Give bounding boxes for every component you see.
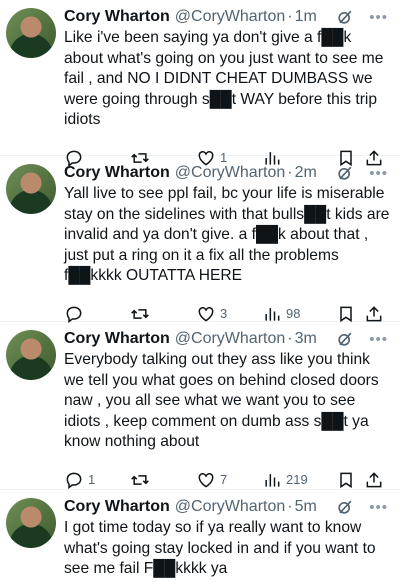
more-icon[interactable]: ••• [369,165,388,182]
author-name[interactable]: Cory Wharton [64,8,170,26]
heart-icon [198,306,214,322]
share-button[interactable] [364,470,384,490]
bookmark-icon [340,306,352,323]
more-icon[interactable]: ••• [369,9,388,26]
share-icon [366,472,382,488]
like-button[interactable]: 7 [196,470,262,490]
tweet[interactable]: Cory Wharton @CoryWharton · 1m ••• Like … [0,0,400,167]
tweet[interactable]: Cory Wharton @CoryWharton · 2m ••• Yall … [0,156,400,324]
retweet-icon [131,309,149,319]
bookmark-button[interactable] [336,470,364,490]
tweet-header: Cory Wharton @CoryWharton · 2m ••• [64,162,392,184]
author-handle[interactable]: @CoryWharton [175,330,286,348]
reply-icon [66,306,82,323]
views-button[interactable]: 219 [262,470,336,490]
like-button[interactable]: 3 [196,304,262,324]
avatar[interactable] [6,330,56,380]
author-handle[interactable]: @CoryWharton [175,164,286,182]
retweet-button[interactable] [130,304,196,324]
tweet-header: Cory Wharton @CoryWharton · 1m ••• [64,6,392,28]
timestamp[interactable]: 1m [295,8,317,26]
like-count: 7 [220,472,228,488]
tweet[interactable]: Cory Wharton @CoryWharton · 5m ••• I got… [0,490,400,582]
heart-icon [198,472,214,488]
share-button[interactable] [364,304,384,324]
tweet-text: Yall live to see ppl fail, bc your life … [64,185,394,285]
grok-icon[interactable] [335,7,355,27]
reply-button[interactable] [64,304,130,324]
tweet-content: Cory Wharton @CoryWharton · 3m ••• Every… [64,328,392,489]
author-handle[interactable]: @CoryWharton [175,498,286,516]
grok-icon[interactable] [335,163,355,183]
avatar[interactable] [6,8,56,58]
bookmark-icon [340,472,352,489]
author-handle[interactable]: @CoryWharton [175,8,286,26]
view-count: 98 [286,306,301,322]
timestamp[interactable]: 2m [295,164,317,182]
author-name[interactable]: Cory Wharton [64,330,170,348]
avatar[interactable] [6,164,56,214]
tweet-content: Cory Wharton @CoryWharton · 2m ••• Yall … [64,162,394,324]
tweet-header: Cory Wharton @CoryWharton · 3m ••• [64,328,392,350]
tweet-text: Like i've been saying ya don't give a f█… [64,29,388,129]
action-bar: 1 7 219 [64,469,392,491]
tweet-content: Cory Wharton @CoryWharton · 1m ••• Like … [64,6,392,167]
retweet-button[interactable] [130,470,196,490]
separator: · [287,498,293,515]
view-count: 219 [286,472,308,488]
tweet-content: Cory Wharton @CoryWharton · 5m ••• I got… [64,496,392,582]
author-name[interactable]: Cory Wharton [64,164,170,182]
share-icon [366,306,382,322]
views-icon [265,308,280,321]
reply-button[interactable]: 1 [64,470,130,490]
separator: · [287,330,293,347]
tweet[interactable]: Cory Wharton @CoryWharton · 3m ••• Every… [0,322,400,490]
bookmark-button[interactable] [336,304,364,324]
timestamp[interactable]: 3m [295,330,317,348]
more-icon[interactable]: ••• [369,331,388,348]
tweet-text: Everybody talking out they ass like you … [64,351,384,451]
more-icon[interactable]: ••• [369,499,388,516]
timestamp[interactable]: 5m [295,498,317,516]
avatar[interactable] [6,498,56,548]
grok-icon[interactable] [335,497,355,517]
reply-icon [66,472,82,489]
grok-icon[interactable] [335,329,355,349]
author-name[interactable]: Cory Wharton [64,498,170,516]
views-icon [265,474,280,487]
retweet-icon [131,475,149,485]
tweet-text: I got time today so if ya really want to… [64,519,380,578]
like-count: 3 [220,306,228,322]
separator: · [287,8,293,25]
separator: · [287,164,293,181]
tweet-header: Cory Wharton @CoryWharton · 5m ••• [64,496,392,518]
views-button[interactable]: 98 [262,304,336,324]
reply-count: 1 [88,472,96,488]
